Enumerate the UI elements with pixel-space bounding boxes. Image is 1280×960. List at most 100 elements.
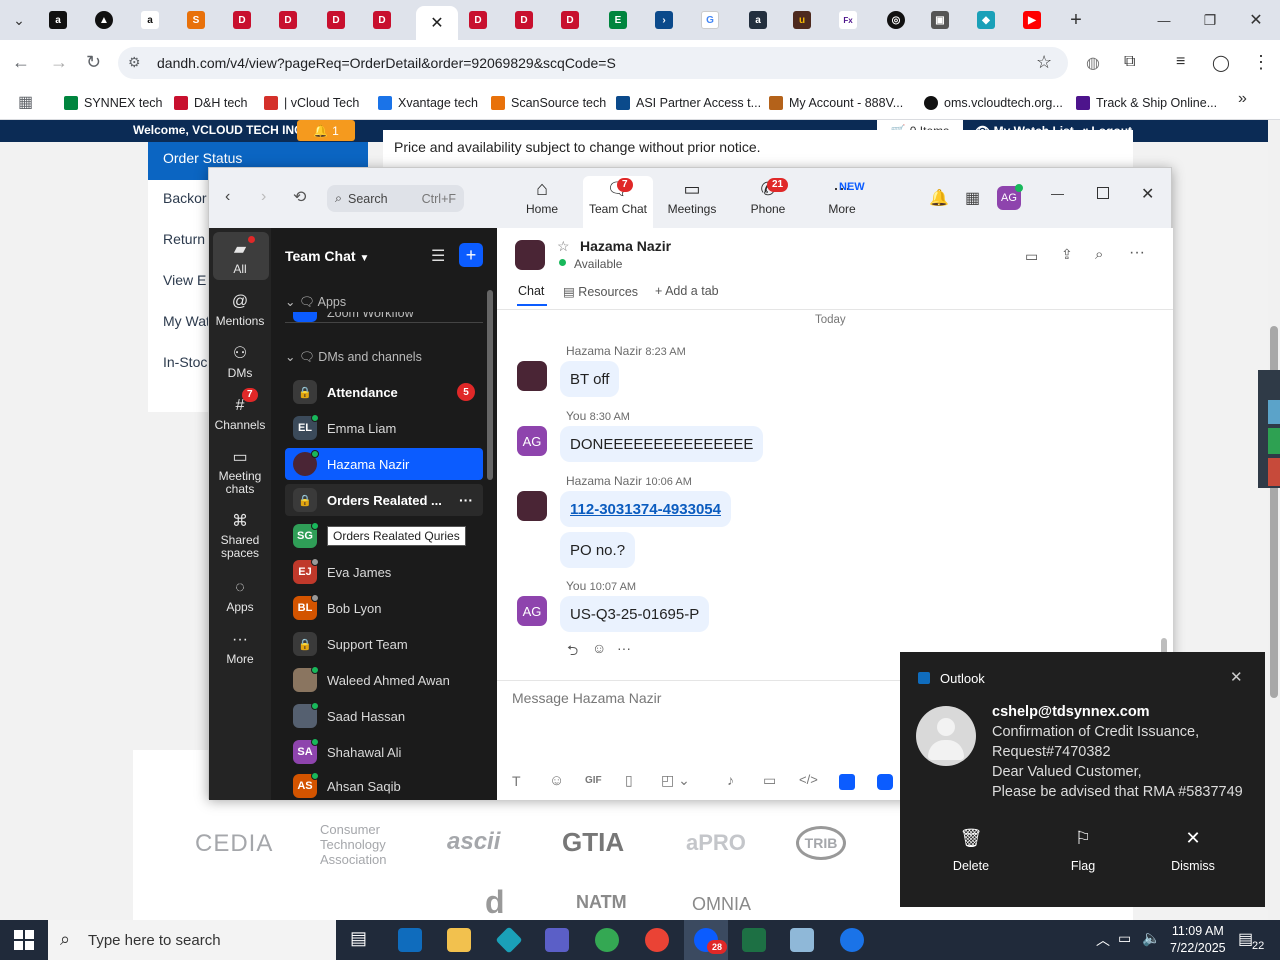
message-bubble[interactable]: DONEEEEEEEEEEEEEEE — [560, 426, 764, 462]
bookmark-vcloud[interactable]: | vCloud Tech — [264, 92, 359, 114]
message-link[interactable]: 112-3031374-4933054 — [560, 491, 731, 527]
list-item-ahsan[interactable]: AS Ahsan Saqib — [285, 772, 483, 800]
tab-dh-1[interactable]: D — [222, 6, 262, 34]
list-item-shahawal[interactable]: SA Shahawal Ali — [285, 736, 483, 768]
tab-dh-5[interactable]: D — [458, 6, 498, 34]
list-item-support-team[interactable]: 🔒 Support Team — [285, 628, 483, 660]
browser-close-icon[interactable]: ✕ — [1236, 6, 1276, 34]
menu-dots-icon[interactable]: ⋮ — [1252, 52, 1270, 73]
zoom-back-icon[interactable]: ‹ — [225, 188, 230, 206]
tab-amazon[interactable]: a — [130, 6, 170, 34]
alerts-button[interactable]: 🔔 1 — [297, 120, 355, 141]
tab-amazon-2[interactable]: a — [738, 6, 778, 34]
rail-dms[interactable]: ⚇ DMs — [209, 346, 271, 381]
bookmark-fedex[interactable]: Track & Ship Online... — [1076, 92, 1217, 114]
tab-youtube[interactable]: ▶ — [1012, 6, 1052, 34]
zoom-minimize-icon[interactable]: — — [1051, 186, 1064, 201]
tab-dh-4[interactable]: D — [362, 6, 402, 34]
format-text-icon[interactable]: T — [512, 773, 521, 789]
side-widget-tab-2[interactable] — [1268, 428, 1280, 454]
tab-active-close-icon[interactable]: ✕ — [416, 6, 458, 40]
tab-chat[interactable]: Chat — [518, 284, 544, 298]
zoom-close-icon[interactable]: ✕ — [1141, 184, 1154, 204]
tab-search-chevron-icon[interactable]: ⌄ — [4, 6, 34, 34]
windows-start-icon[interactable] — [14, 930, 34, 950]
rail-mentions[interactable]: @ Mentions — [209, 294, 271, 329]
taskbar-search[interactable]: Type here to search — [48, 920, 336, 960]
apps-grid-icon[interactable]: ▦ — [18, 92, 33, 112]
restore-icon[interactable]: ❐ — [1190, 6, 1230, 34]
profile-icon[interactable]: ◯ — [1212, 53, 1230, 73]
back-icon[interactable]: ← — [12, 52, 30, 73]
forward-icon[interactable]: → — [50, 52, 68, 73]
contact-avatar[interactable] — [515, 240, 545, 270]
excel-icon[interactable] — [742, 928, 766, 952]
tab-gamepad[interactable]: ▣ — [920, 6, 960, 34]
chrome-icon-2[interactable] — [645, 928, 669, 952]
list-item-emma-liam[interactable]: EL Emma Liam — [285, 412, 483, 444]
row-more-icon[interactable]: ··· — [459, 492, 473, 508]
rail-meeting-chats[interactable]: ▭ Meeting chats — [209, 450, 271, 496]
page-scrollbar[interactable] — [1268, 120, 1280, 920]
outlook-notification[interactable]: Outlook ✕ cshelp@tdsynnex.com Confirmati… — [900, 652, 1265, 907]
list-item-bob-lyon[interactable]: BL Bob Lyon — [285, 592, 483, 624]
new-tab-plus-icon[interactable]: + — [1056, 6, 1096, 34]
media-icon[interactable]: ≡ — [1176, 53, 1185, 71]
rail-shared-spaces[interactable]: ⌘ Shared spaces — [209, 514, 271, 560]
list-item-eva-james[interactable]: EJ Eva James — [285, 556, 483, 588]
more-bookmarks-icon[interactable]: » — [1238, 90, 1247, 108]
network-icon[interactable]: ▭ — [1118, 930, 1131, 947]
tab-amazon-a[interactable]: a — [38, 6, 78, 34]
toast-close-icon[interactable]: ✕ — [1230, 668, 1243, 686]
rail-channels[interactable]: # Channels — [209, 398, 271, 433]
tab-resources[interactable]: ▤ Resources — [563, 284, 638, 299]
bookmark-scansource[interactable]: ScanSource tech — [491, 92, 606, 114]
tab-dh-7[interactable]: D — [550, 6, 590, 34]
emoji-icon[interactable]: ☺ — [549, 772, 564, 789]
notepad-icon[interactable] — [790, 928, 814, 952]
share-screen-icon[interactable]: ⇪ — [1061, 246, 1073, 263]
tab-synnex[interactable]: E — [598, 6, 638, 34]
favorite-star-icon[interactable]: ☆ — [557, 238, 570, 255]
tab-teal[interactable]: ◆ — [966, 6, 1006, 34]
message-bubble[interactable]: US-Q3-25-01695-P — [560, 596, 710, 632]
zoom-maximize-icon[interactable] — [1097, 187, 1109, 199]
teams-icon[interactable] — [545, 928, 569, 952]
clock[interactable]: 11:09 AM 7/22/2025 — [1170, 923, 1226, 957]
dismiss-button[interactable]: ✕ Dismiss — [1142, 828, 1244, 873]
message-composer[interactable]: Message Hazama Nazir — [512, 690, 661, 706]
gif-icon[interactable]: GIF — [585, 775, 602, 786]
contact-name-header[interactable]: Hazama Nazir — [580, 238, 671, 254]
instock-link[interactable]: In-Stoc — [163, 354, 207, 370]
message-bubble[interactable]: BT off — [560, 361, 620, 397]
message-avatar[interactable]: AG — [517, 596, 547, 626]
watchlist-side-link[interactable]: My Wat — [163, 313, 210, 329]
outlook-taskbar-icon[interactable] — [398, 928, 422, 952]
tab-ups[interactable]: u — [782, 6, 822, 34]
bookmark-synnex[interactable]: SYNNEX tech — [64, 92, 163, 114]
section-dms[interactable]: ⌄ 🗨 DMs and channels — [285, 349, 422, 365]
video-call-icon[interactable]: ▭ — [1025, 248, 1038, 265]
file-explorer-icon[interactable] — [447, 928, 471, 952]
apps-partial-row[interactable]: Zoom Workflow — [285, 312, 483, 322]
returns-link[interactable]: Return — [163, 231, 205, 247]
chat-search-icon[interactable]: ⌕ — [1095, 246, 1103, 263]
calendar-icon[interactable]: ▦ — [965, 188, 980, 208]
tab-scansource[interactable]: S — [176, 6, 216, 34]
tab-chatgpt[interactable]: ◎ — [876, 6, 916, 34]
message-avatar[interactable] — [517, 491, 547, 521]
side-widget-tab-1[interactable] — [1268, 400, 1280, 424]
history-icon[interactable]: ⟲ — [293, 187, 306, 207]
tab-triangle[interactable]: ▲ — [84, 6, 124, 34]
side-widget-tab-3[interactable] — [1268, 458, 1280, 486]
list-item-attendance[interactable]: 🔒 Attendance 5 — [285, 376, 483, 408]
new-chat-plus-icon[interactable]: + — [459, 243, 483, 267]
app-icon-1[interactable] — [839, 774, 855, 790]
bookmark-myaccount[interactable]: My Account - 888V... — [769, 92, 903, 114]
tab-google[interactable]: G — [690, 6, 730, 34]
tab-dh-6[interactable]: D — [504, 6, 544, 34]
tab-dh-2[interactable]: D — [268, 6, 308, 34]
bookmark-dh[interactable]: D&H tech — [174, 92, 248, 114]
team-chat-heading[interactable]: Team Chat ▼ — [285, 248, 369, 264]
screenshot-icon[interactable]: ◰ ⌄ — [661, 772, 690, 789]
